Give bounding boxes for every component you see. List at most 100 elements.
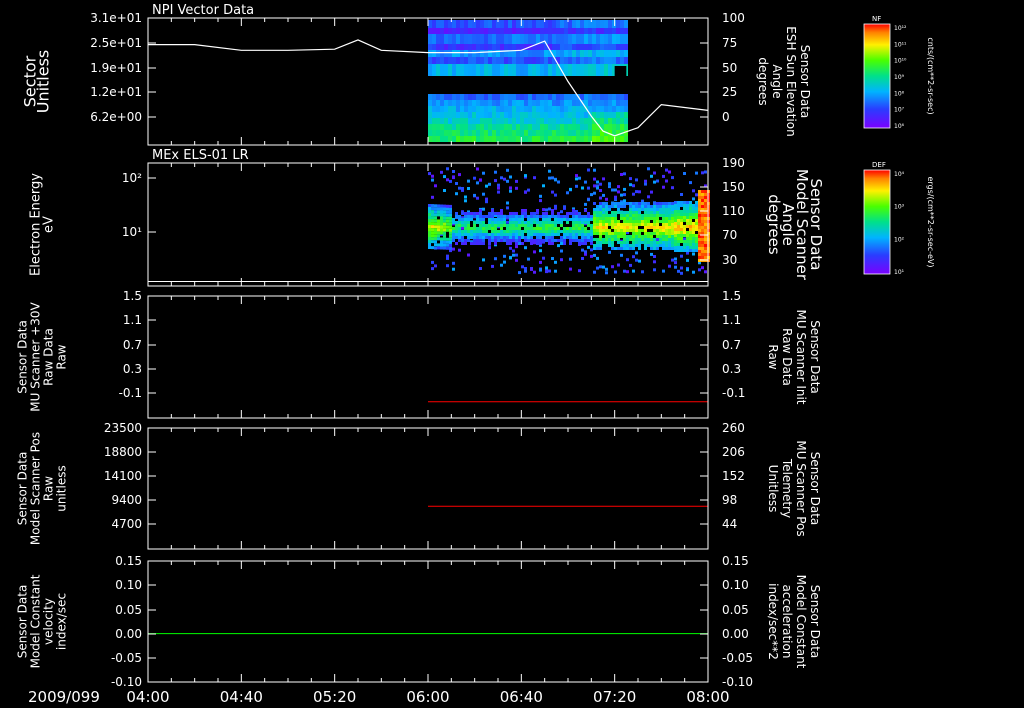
heatmap-cell [434, 246, 437, 250]
heatmap-cell [436, 50, 440, 57]
heatmap-cell [611, 223, 614, 226]
heatmap-cell [614, 270, 617, 274]
heatmap-cell [581, 224, 584, 227]
heatmap-cell [665, 217, 668, 220]
heatmap-cell [635, 238, 638, 241]
heatmap-cell [488, 227, 491, 230]
heatmap-cell [476, 181, 479, 185]
heatmap-cell [557, 212, 560, 215]
heatmap-cell [548, 169, 551, 173]
heatmap-cell [629, 177, 632, 181]
heatmap-cell [506, 236, 509, 239]
heatmap-cell [448, 34, 452, 44]
heatmap-cell [470, 212, 473, 215]
heatmap-cell [596, 226, 599, 229]
heatmap-cell [528, 100, 532, 106]
heatmap-cell [456, 112, 460, 118]
heatmap-cell [472, 94, 476, 100]
heatmap-cell [476, 112, 480, 118]
heatmap-cell [674, 249, 677, 252]
heatmap-cell [596, 112, 600, 118]
heatmap-cell [449, 240, 452, 244]
heatmap-cell [632, 232, 635, 235]
heatmap-cell [461, 212, 464, 215]
heatmap-cell [596, 44, 600, 50]
heatmap-cell [552, 106, 556, 112]
heatmap-cell [683, 172, 686, 175]
heatmap-cell [509, 186, 512, 190]
heatmap-cell [476, 100, 480, 106]
right-tick-label: 206 [722, 445, 745, 459]
right-tick-label: 150 [722, 180, 745, 194]
heatmap-cell [428, 28, 432, 34]
heatmap-cell [614, 214, 617, 217]
panel-title: MEx ELS-01 LR [152, 148, 249, 163]
colorbar-title: DEF [872, 161, 886, 169]
heatmap-cell [497, 212, 500, 215]
heatmap-cell [680, 222, 683, 225]
heatmap-cell [532, 34, 536, 44]
heatmap-cell [536, 221, 539, 224]
heatmap-cell [644, 214, 647, 217]
heatmap-cell [596, 180, 599, 184]
heatmap-cell [460, 28, 464, 34]
heatmap-cell [564, 118, 568, 124]
heatmap-cell [671, 226, 674, 229]
heatmap-cell [551, 221, 554, 224]
heatmap-cell [680, 246, 683, 249]
heatmap-cell [496, 100, 500, 106]
heatmap-cell [568, 28, 572, 34]
heatmap-cell [482, 258, 485, 262]
heatmap-cell [556, 106, 560, 112]
heatmap-cell [482, 242, 485, 245]
heatmap-cell [476, 130, 480, 136]
heatmap-cell [536, 118, 540, 124]
heatmap-cell [616, 94, 620, 100]
heatmap-cell [668, 223, 671, 226]
heatmap-cell [604, 44, 608, 50]
heatmap-cell [468, 64, 472, 76]
heatmap-cell [674, 261, 677, 265]
heatmap-cell [620, 241, 623, 244]
heatmap-cell [449, 213, 452, 217]
heatmap-cell [455, 224, 458, 227]
heatmap-cell [616, 136, 620, 142]
heatmap-cell [683, 201, 686, 204]
heatmap-cell [612, 50, 616, 57]
heatmap-cell [456, 124, 460, 130]
heatmap-cell [464, 212, 467, 215]
heatmap-cell [587, 215, 590, 218]
heatmap-cell [566, 236, 569, 239]
heatmap-cell [436, 57, 440, 64]
heatmap-cell [604, 20, 608, 28]
heatmap-cell [584, 94, 588, 100]
heatmap-cell [638, 232, 641, 235]
heatmap-cell [528, 20, 532, 28]
heatmap-cell [488, 112, 492, 118]
heatmap-cell [449, 207, 452, 211]
heatmap-cell [653, 180, 656, 184]
heatmap-cell [521, 218, 524, 221]
heatmap-cell [500, 44, 504, 50]
colorbar-tick-label: 10⁹ [894, 74, 905, 81]
heatmap-cell [551, 242, 554, 245]
heatmap-cell [503, 230, 506, 233]
heatmap-cell [557, 227, 560, 230]
heatmap-cell [584, 215, 587, 218]
heatmap-cell [436, 112, 440, 118]
heatmap-cell [686, 201, 689, 204]
heatmap-cell [650, 190, 653, 194]
heatmap-cell [560, 50, 564, 57]
heatmap-cell [428, 240, 431, 243]
heatmap-cell [677, 231, 680, 234]
heatmap-cell [440, 228, 443, 232]
right-axis-label: index/sec**2 [766, 583, 780, 660]
heatmap-cell [532, 124, 536, 130]
heatmap-cell [674, 201, 677, 204]
heatmap-cell [491, 215, 494, 218]
heatmap-cell [444, 20, 448, 28]
heatmap-cell [692, 207, 695, 210]
heatmap-cell [468, 20, 472, 28]
heatmap-cell [650, 226, 653, 229]
right-tick-label: 100 [722, 11, 745, 25]
